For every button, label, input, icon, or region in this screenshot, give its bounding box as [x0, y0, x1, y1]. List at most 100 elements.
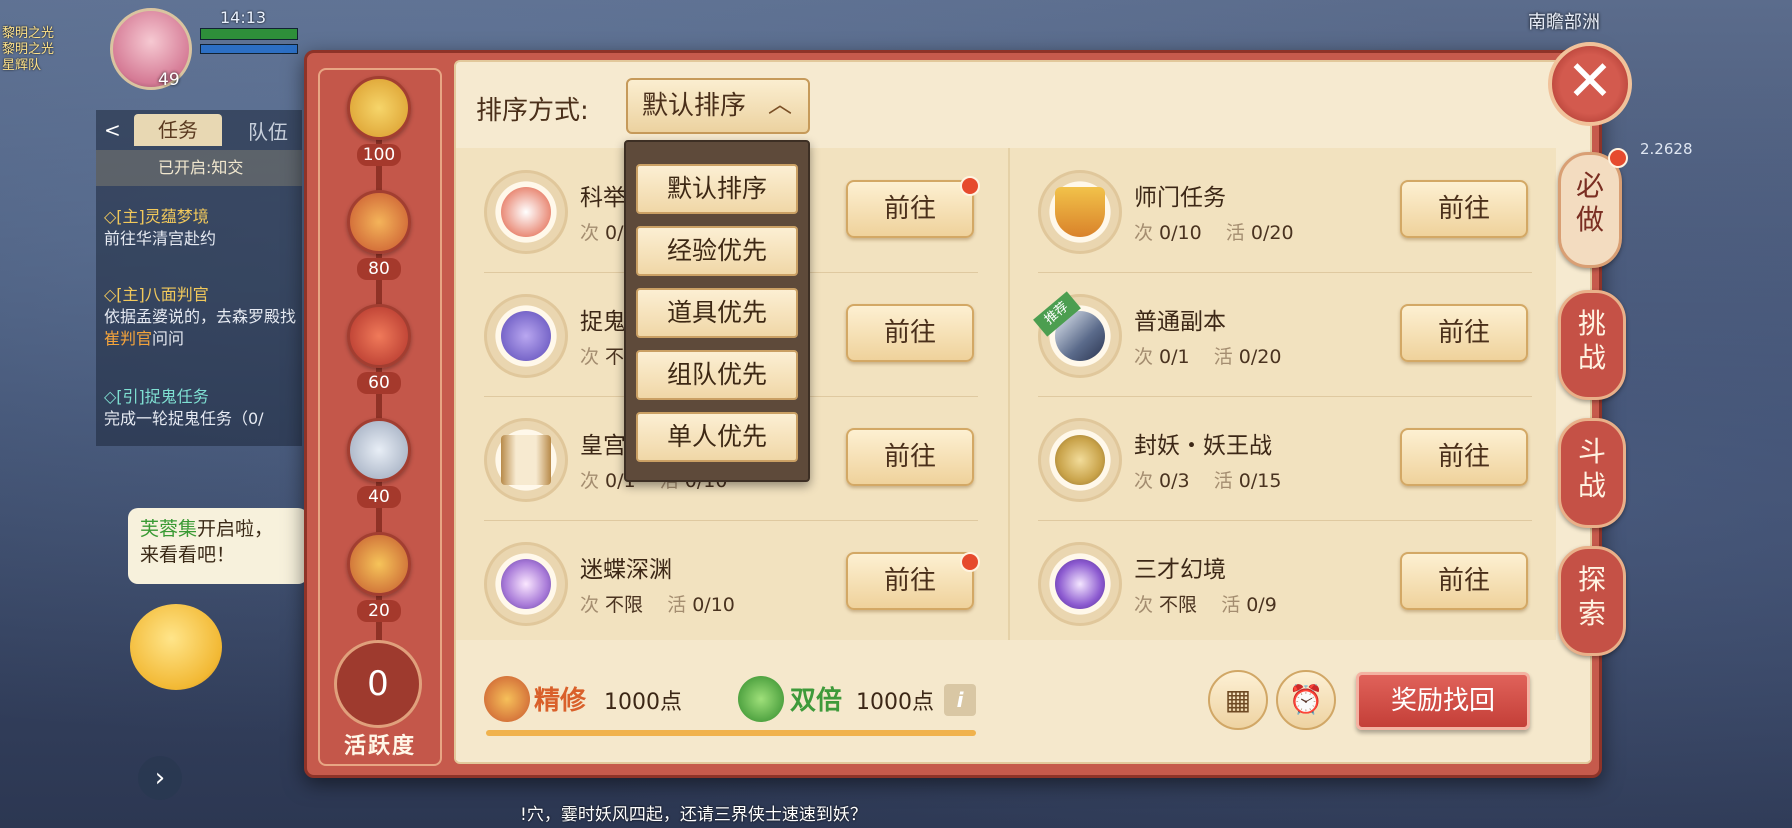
hp-bar [200, 28, 298, 40]
alarm-clock-icon[interactable]: ⏰ [1276, 670, 1336, 730]
butterfly-portal-icon [484, 542, 568, 626]
stat-huo-value: 0/9 [1246, 594, 1277, 616]
task-desc: 前往华清宫赴约 [104, 229, 217, 248]
lantern-box-icon [347, 304, 411, 368]
sort-dropdown-button[interactable]: 默认排序 ︿ [626, 78, 810, 134]
reward-threshold: 80 [357, 258, 401, 280]
go-button[interactable]: 前往 [846, 428, 974, 486]
tab-label: 探索 [1577, 563, 1606, 630]
sword-icon: 推荐 [1033, 291, 1122, 378]
tab-task[interactable]: 任务 [134, 114, 222, 146]
book-icon [484, 418, 568, 502]
stat-ci-value: 0/ [605, 222, 624, 244]
clock-time: 14:13 [220, 8, 267, 27]
task-desc: 依据孟婆说的，去森罗殿找崔判官问问 [104, 306, 300, 350]
tab-label: 斗战 [1577, 435, 1606, 502]
notification-dot [960, 176, 980, 196]
activity-stats: 次不限 活 0/10 [580, 590, 735, 617]
close-icon[interactable]: ✕ [1548, 42, 1632, 126]
tab-label: 挑战 [1577, 307, 1606, 374]
opened-feature-text: 已开启:知交 [96, 150, 302, 186]
chevron-up-icon: ︿ [768, 90, 792, 118]
stat-ci-value: 0/10 [1159, 222, 1202, 244]
chevron-left-icon[interactable]: < [104, 118, 121, 142]
sort-label: 排序方式: [476, 96, 589, 126]
activity-name: 封妖・妖王战 [1134, 433, 1272, 459]
stat-ci-label: 次 [580, 470, 600, 492]
reward-40[interactable]: 40 [343, 418, 415, 508]
reward-100[interactable]: 100 [343, 76, 415, 166]
tab-tansuo[interactable]: 探索 [1558, 546, 1626, 656]
jingxiu-icon [484, 676, 530, 722]
scroll-icon [484, 294, 568, 378]
npc-speech-bubble[interactable]: 芙蓉集开启啦， 来看看吧！ [128, 508, 308, 584]
go-button[interactable]: 前往 [1400, 304, 1528, 362]
sort-dropdown-menu: 默认排序 经验优先 道具优先 组队优先 单人优先 [624, 140, 810, 482]
tab-douzhan[interactable]: 斗战 [1558, 418, 1626, 528]
stat-huo-value: 0/20 [1250, 222, 1294, 244]
activity-stats: 次不限 活 0/9 [1134, 590, 1277, 617]
buff-jingxiu-points: 1000点 [604, 690, 682, 715]
go-button[interactable]: 前往 [1400, 180, 1528, 238]
activity-name: 师门任务 [1134, 185, 1226, 211]
task-title: ◇[主]灵蕴梦境 [104, 207, 209, 226]
activity-name: 迷蝶深渊 [580, 557, 672, 583]
mascot-face[interactable] [130, 604, 222, 690]
chevron-right-icon[interactable]: › [138, 756, 182, 800]
chat-line: !穴，霎时妖风四起，还请三界侠士速速到妖？ [520, 805, 867, 825]
task-desc-highlight: 崔判官 [104, 329, 153, 348]
task-item-2[interactable]: ◇[主]八面判官 依据孟婆说的，去森罗殿找崔判官问问 [104, 284, 300, 350]
task-item-3[interactable]: ◇[引]捉鬼任务 完成一轮捉鬼任务（0/ [104, 386, 300, 430]
tab-bizuo[interactable]: 必做 [1558, 152, 1622, 268]
stat-huo-value: 0/15 [1238, 470, 1282, 492]
go-button[interactable]: 前往 [846, 180, 974, 238]
banner-icon [1038, 170, 1122, 254]
info-icon[interactable]: i [944, 684, 976, 716]
activity-stats: 次 0/ [580, 218, 624, 245]
coin-icon [347, 76, 411, 140]
row-divider [484, 520, 978, 521]
dragon-staff-icon [1038, 418, 1122, 502]
buff-jingxiu-label: 精修 [534, 686, 587, 716]
region-name: 南瞻部洲 [1528, 12, 1600, 33]
activity-stats: 次 0/10 活 0/20 [1134, 218, 1294, 245]
mp-bar [200, 44, 298, 54]
reward-60[interactable]: 60 [343, 304, 415, 394]
notification-dot [960, 552, 980, 572]
reward-80[interactable]: 80 [343, 190, 415, 280]
go-button[interactable]: 前往 [1400, 552, 1528, 610]
sort-option-solo[interactable]: 单人优先 [636, 412, 798, 462]
task-title: ◇[引]捉鬼任务 [104, 387, 209, 406]
task-item-1[interactable]: ◇[主]灵蕴梦境 前往华清宫赴约 [104, 206, 300, 250]
sort-option-team[interactable]: 组队优先 [636, 350, 798, 400]
stat-huo-value: 0/10 [692, 594, 735, 616]
stat-ci-label: 次 [1134, 470, 1154, 492]
reward-20[interactable]: 20 [343, 532, 415, 622]
activity-name: 捉鬼 [580, 309, 626, 335]
activity-fengyao: 封妖・妖王战 次 0/3 活 0/15 前往 [1038, 410, 1558, 520]
lucky-bag-icon [347, 190, 411, 254]
calendar-icon[interactable]: ▦ [1208, 670, 1268, 730]
go-button[interactable]: 前往 [846, 552, 974, 610]
team-names: 黎明之光 黎明之光 星辉队 [2, 26, 54, 74]
sort-option-item[interactable]: 道具优先 [636, 288, 798, 338]
reward-recover-button[interactable]: 奖励找回 [1356, 672, 1530, 730]
activity-midie: 迷蝶深渊 次不限 活 0/10 前往 [484, 534, 1004, 644]
double-exp-icon [738, 676, 784, 722]
activity-name: 普通副本 [1134, 309, 1226, 335]
bubble-highlight: 芙蓉集 [140, 518, 198, 540]
stat-huo-label: 活 [1213, 470, 1233, 492]
go-button[interactable]: 前往 [1400, 428, 1528, 486]
reward-threshold: 60 [357, 372, 401, 394]
go-button[interactable]: 前往 [846, 304, 974, 362]
sort-option-default[interactable]: 默认排序 [636, 164, 798, 214]
task-title: ◇[主]八面判官 [104, 285, 209, 304]
coords-readout: 2.2628 [1640, 140, 1693, 158]
silver-coin-icon [347, 418, 411, 482]
sort-option-exp[interactable]: 经验优先 [636, 226, 798, 276]
activity-name: 科举 [580, 185, 626, 211]
tab-tiaozhan[interactable]: 挑战 [1558, 290, 1626, 400]
tab-team[interactable]: 队伍 [248, 116, 288, 145]
stat-ci-value: 不限 [1159, 594, 1198, 616]
stat-ci-value: 不限 [605, 594, 644, 616]
